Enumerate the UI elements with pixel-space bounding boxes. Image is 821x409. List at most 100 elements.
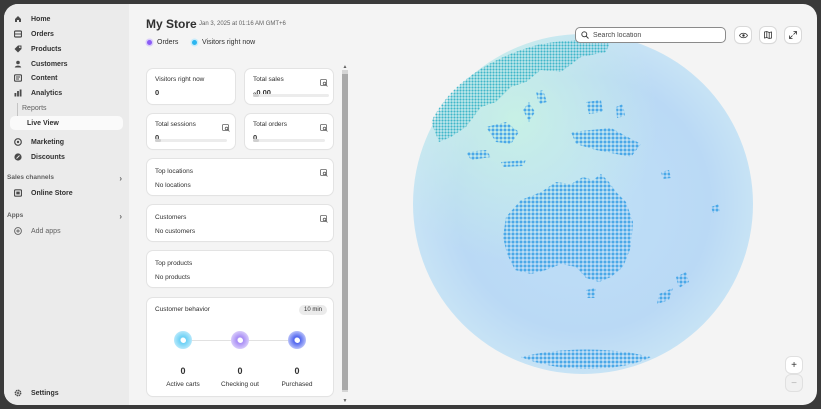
globe-map[interactable] <box>411 32 756 377</box>
sidebar-item-add-apps[interactable]: Add apps <box>10 224 123 238</box>
search-icon <box>581 26 589 44</box>
legend-label: Orders <box>157 39 179 46</box>
scrollbar-thumb[interactable] <box>342 74 348 390</box>
sales-channels-header[interactable]: Sales channels › <box>7 174 122 183</box>
page-title: My Store <box>146 17 197 31</box>
empty-state: No customers <box>155 228 196 235</box>
discount-icon <box>13 152 23 162</box>
purchased-label: Purchased <box>281 381 313 388</box>
sidebar-item-label: Add apps <box>31 227 61 235</box>
sidebar-item-home[interactable]: Home <box>10 12 123 26</box>
timestamp: Jan 3, 2025 at 01:16 AM GMT+6 <box>199 21 286 27</box>
device-frame: Home Orders Products Customers Content A… <box>0 0 821 409</box>
sidebar-item-analytics[interactable]: Analytics <box>10 86 123 100</box>
total-sessions-card[interactable]: Total sessions 0 <box>147 114 235 149</box>
sidebar-item-reports[interactable]: Reports <box>22 101 47 115</box>
visibility-button[interactable] <box>735 27 751 43</box>
top-locations-card[interactable]: Top locations No locations <box>147 159 333 195</box>
magnify-chart-icon[interactable] <box>320 74 328 87</box>
panel-title: Customers <box>155 214 187 221</box>
sessions-sparkline <box>155 139 227 142</box>
legend-visitors: Visitors right now <box>192 39 255 46</box>
time-range-badge[interactable]: 10 min <box>298 305 327 315</box>
eye-icon <box>738 26 748 44</box>
metric-label: Total sessions <box>155 121 196 128</box>
orders-sparkline <box>253 139 325 142</box>
sidebar-item-live-view[interactable]: Live View <box>10 116 123 130</box>
location-search[interactable] <box>575 27 726 43</box>
sidebar-item-label: Analytics <box>31 89 63 97</box>
analytics-icon <box>13 88 23 98</box>
sidebar-item-label: Products <box>31 45 62 53</box>
active-carts-value: 0 <box>180 366 186 376</box>
tag-icon <box>13 44 23 54</box>
checking-out-label: Checking out <box>221 381 259 388</box>
store-icon <box>13 188 23 198</box>
purchased-value: 0 <box>294 366 300 376</box>
fullscreen-button[interactable] <box>785 27 801 43</box>
sidebar-item-settings[interactable]: Settings <box>10 386 123 400</box>
sidebar-item-label: Online Store <box>31 189 73 197</box>
sidebar-item-label: Home <box>31 15 51 23</box>
top-products-card[interactable]: Top products No products <box>147 251 333 287</box>
zoom-out-button[interactable]: − <box>786 375 802 391</box>
chevron-right-icon: › <box>119 212 122 221</box>
sales-sparkline <box>253 94 329 97</box>
map-icon <box>764 26 772 44</box>
sidebar: Home Orders Products Customers Content A… <box>4 4 129 405</box>
sidebar-item-orders[interactable]: Orders <box>10 27 123 41</box>
sidebar-item-label: Content <box>31 74 58 82</box>
target-icon <box>13 137 23 147</box>
sidebar-item-products[interactable]: Products <box>10 42 123 56</box>
empty-state: No locations <box>155 182 191 189</box>
sidebar-item-marketing[interactable]: Marketing <box>10 135 123 149</box>
active-carts-node <box>174 331 192 349</box>
legend-label: Visitors right now <box>202 39 256 46</box>
map-view-button[interactable] <box>760 27 776 43</box>
panel-title: Top products <box>155 260 193 267</box>
sidebar-item-label: Orders <box>31 30 54 38</box>
search-input[interactable] <box>593 31 723 39</box>
magnify-chart-icon[interactable] <box>320 210 328 223</box>
sidebar-item-label: Customers <box>31 60 68 68</box>
active-carts-label: Active carts <box>166 381 200 388</box>
legend-dot <box>192 40 197 45</box>
sidebar-item-content[interactable]: Content <box>10 71 123 85</box>
gear-icon <box>13 388 23 398</box>
person-icon <box>13 59 23 69</box>
sidebar-item-discounts[interactable]: Discounts <box>10 150 123 164</box>
apps-label: Apps <box>7 212 24 219</box>
metric-label: Total sales <box>253 76 284 83</box>
customer-behavior-card[interactable]: Customer behavior 10 min 0 0 0 Active ca… <box>147 298 333 396</box>
sidebar-item-label: Discounts <box>31 153 65 161</box>
magnify-chart-icon[interactable] <box>320 119 328 132</box>
panel-title: Customer behavior <box>155 306 210 313</box>
apps-header[interactable]: Apps › <box>7 212 122 221</box>
magnify-chart-icon[interactable] <box>320 164 328 177</box>
content-icon <box>13 73 23 83</box>
sidebar-item-online-store[interactable]: Online Store <box>10 186 123 200</box>
legend-orders: Orders <box>147 39 178 46</box>
customers-card[interactable]: Customers No customers <box>147 205 333 241</box>
sidebar-item-label: Settings <box>31 389 59 397</box>
metric-value: 0 <box>155 88 160 97</box>
magnify-chart-icon[interactable] <box>222 119 230 132</box>
total-orders-card[interactable]: Total orders 0 <box>245 114 333 149</box>
scroll-down-arrow[interactable]: ▼ <box>342 398 348 404</box>
legend-dot <box>147 40 152 45</box>
home-icon <box>13 14 23 24</box>
panel-title: Top locations <box>155 168 193 175</box>
chevron-right-icon: › <box>119 174 122 183</box>
metric-label: Total orders <box>253 121 287 128</box>
sidebar-item-customers[interactable]: Customers <box>10 57 123 71</box>
visitors-card[interactable]: Visitors right now 0 <box>147 69 235 104</box>
empty-state: No products <box>155 274 191 281</box>
zoom-in-button[interactable]: + <box>786 357 802 373</box>
checking-out-node <box>231 331 249 349</box>
orders-icon <box>13 29 23 39</box>
metric-label: Visitors right now <box>155 76 205 83</box>
expand-icon <box>789 26 797 44</box>
purchased-node <box>288 331 306 349</box>
sales-channels-label: Sales channels <box>7 174 54 181</box>
total-sales-card[interactable]: Total sales ₀0.00 <box>245 69 333 104</box>
